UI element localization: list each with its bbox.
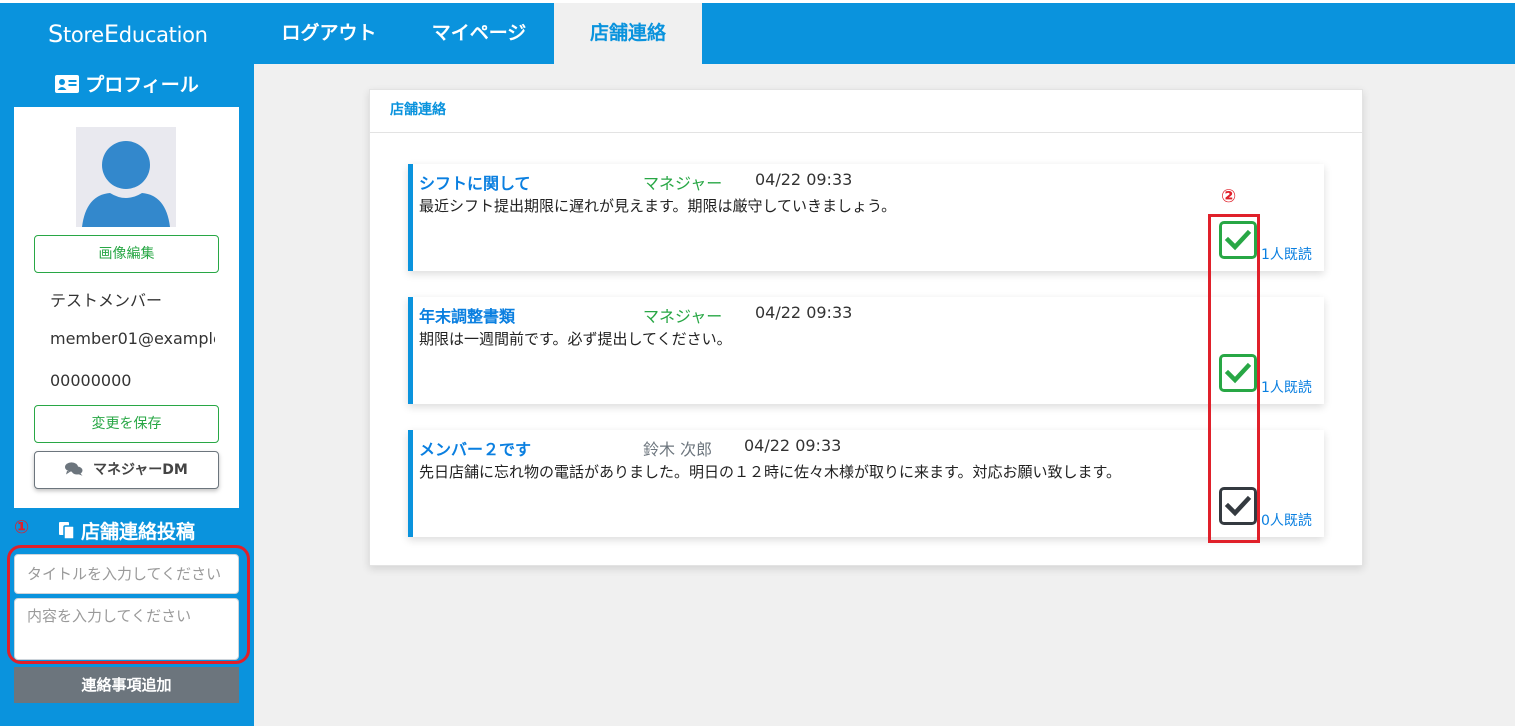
profile-name: テストメンバー bbox=[50, 291, 163, 310]
profile-heading: プロフィール bbox=[0, 70, 254, 98]
message-title: メンバー２です bbox=[419, 440, 532, 459]
read-count[interactable]: 0人既読 bbox=[1261, 510, 1312, 530]
message-item: メンバー２です 鈴木 次郎 04/22 09:33 先日店舗に忘れ物の電話があり… bbox=[408, 430, 1324, 537]
comments-icon bbox=[65, 462, 93, 478]
message-title: シフトに関して bbox=[419, 174, 531, 193]
message-title: 年末調整書類 bbox=[419, 307, 516, 326]
read-count[interactable]: 1人既読 bbox=[1261, 377, 1312, 397]
nav-logout[interactable]: ログアウト bbox=[254, 3, 404, 64]
brand-letter: S bbox=[48, 20, 63, 48]
message-item: シフトに関して マネジャー 04/22 09:33 最近シフト提出期限に遅れが見… bbox=[408, 164, 1324, 271]
brand-text: ducation bbox=[118, 23, 208, 47]
message-time: 04/22 09:33 bbox=[755, 170, 853, 189]
sidebar: プロフィール 画像編集 テストメンバー member01@example 000… bbox=[0, 64, 254, 726]
brand-text: tore bbox=[62, 23, 104, 47]
message-time: 04/22 09:33 bbox=[755, 303, 853, 322]
nav-mypage[interactable]: マイページ bbox=[404, 3, 554, 64]
message-time: 04/22 09:33 bbox=[744, 436, 842, 455]
message-body: 期限は一週間前です。必ず提出してください。 bbox=[419, 330, 732, 348]
copy-icon bbox=[58, 522, 75, 545]
save-changes-button[interactable]: 変更を保存 bbox=[34, 405, 219, 443]
profile-card: 画像編集 テストメンバー member01@example 00000000 変… bbox=[14, 107, 239, 508]
annotation-frame-2 bbox=[1208, 214, 1260, 543]
read-count[interactable]: 1人既読 bbox=[1261, 244, 1312, 264]
message-item: 年末調整書類 マネジャー 04/22 09:33 期限は一週間前です。必ず提出し… bbox=[408, 297, 1324, 404]
manager-dm-button[interactable]: マネジャーDM bbox=[34, 451, 219, 489]
user-avatar-icon bbox=[76, 127, 176, 227]
message-body: 先日店舗に忘れ物の電話がありました。明日の１２時に佐々木様が取りに来ます。対応お… bbox=[419, 463, 1122, 481]
add-contact-button[interactable]: 連絡事項追加 bbox=[14, 667, 239, 703]
message-author: マネジャー bbox=[643, 174, 723, 193]
top-navbar: StoreEducation ログアウト マイページ 店舗連絡 bbox=[0, 0, 1515, 64]
edit-image-button[interactable]: 画像編集 bbox=[34, 235, 219, 273]
brand-logo[interactable]: StoreEducation bbox=[48, 20, 208, 48]
post-title-input[interactable] bbox=[14, 554, 239, 594]
profile-email: member01@example bbox=[50, 329, 215, 348]
post-heading-text: 店舗連絡投稿 bbox=[80, 521, 195, 543]
message-author: マネジャー bbox=[643, 307, 723, 326]
store-contact-header: 店舗連絡 bbox=[370, 90, 1362, 133]
post-heading: 店舗連絡投稿 bbox=[0, 517, 254, 545]
id-card-icon bbox=[55, 75, 80, 98]
message-body: 最近シフト提出期限に遅れが見えます。期限は厳守していきましょう。 bbox=[419, 197, 897, 215]
message-author: 鈴木 次郎 bbox=[643, 440, 713, 459]
manager-dm-label: マネジャーDM bbox=[93, 462, 188, 478]
nav-store-contact[interactable]: 店舗連絡 bbox=[554, 3, 702, 64]
profile-heading-text: プロフィール bbox=[85, 74, 199, 96]
annotation-marker-2: ② bbox=[1221, 186, 1237, 207]
brand-letter: E bbox=[103, 20, 119, 48]
post-body-textarea[interactable] bbox=[14, 598, 239, 660]
profile-number: 00000000 bbox=[50, 371, 132, 390]
